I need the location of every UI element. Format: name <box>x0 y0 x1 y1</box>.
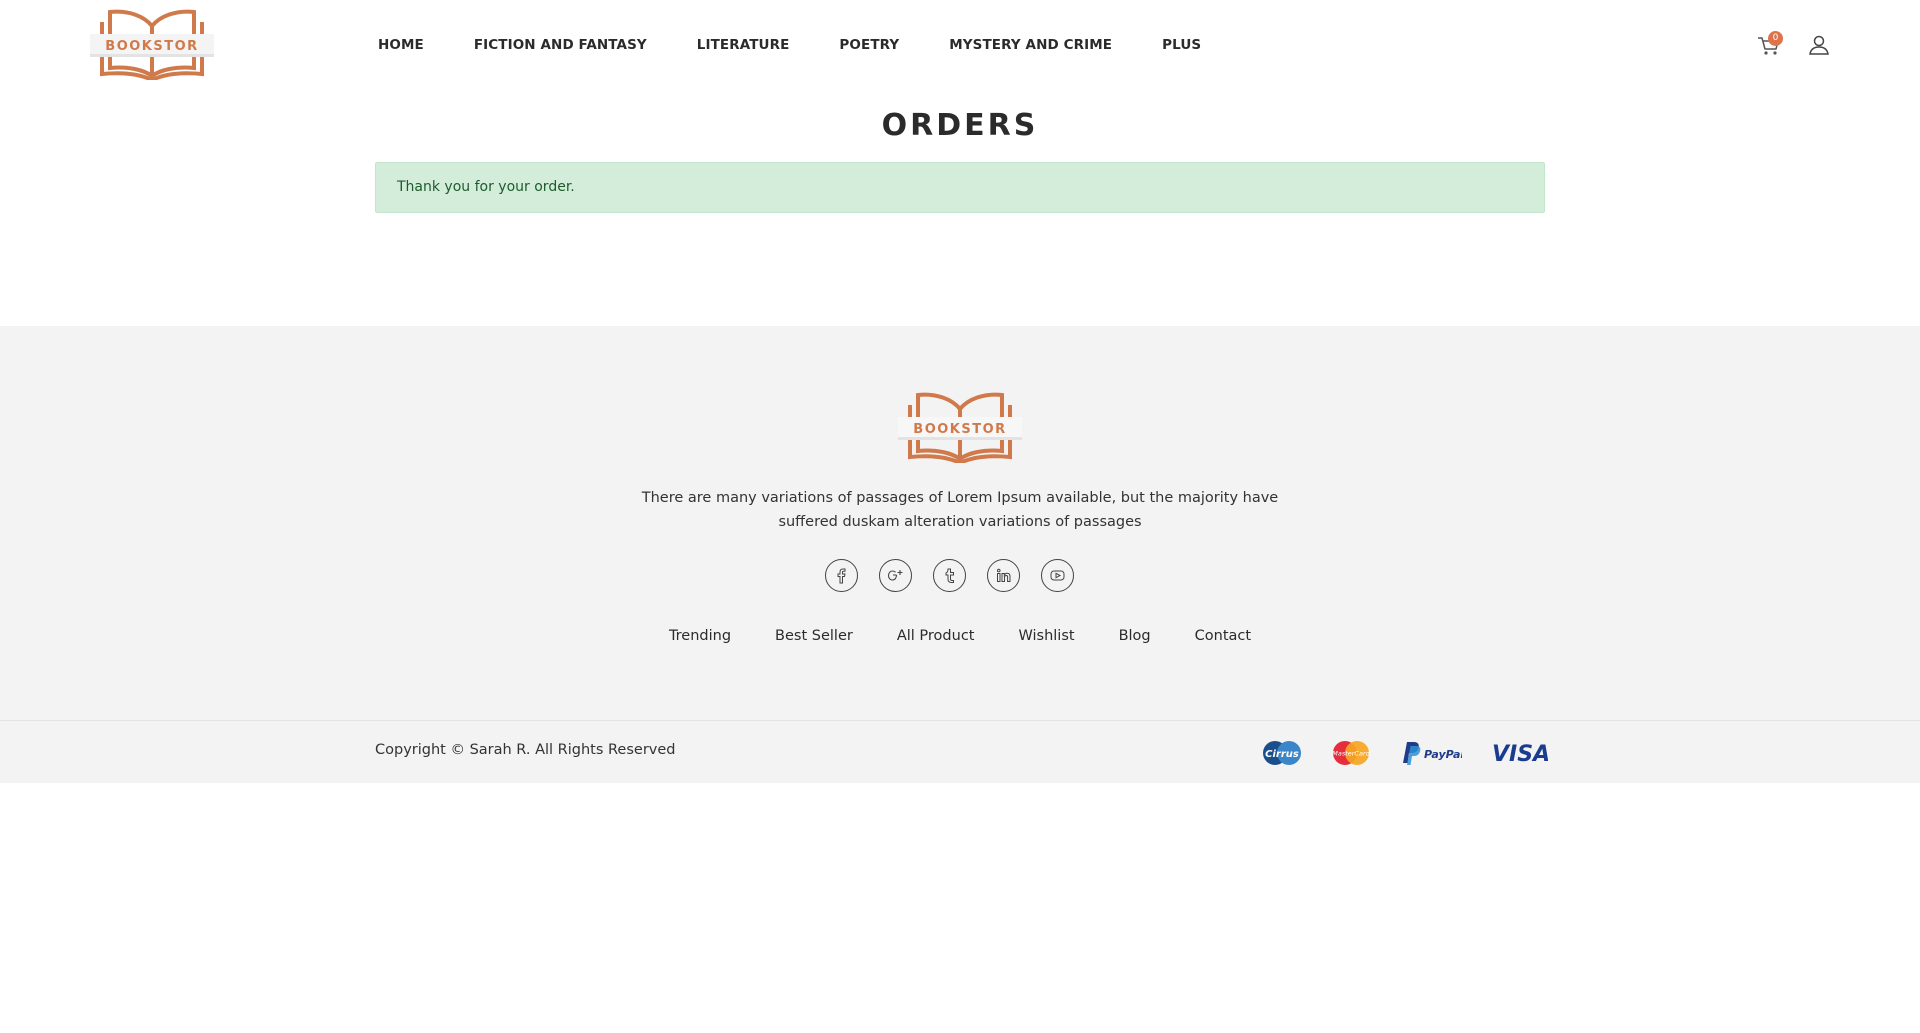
cart-count-badge: 0 <box>1768 31 1783 46</box>
logo-text: BOOKSTOR <box>105 39 198 54</box>
svg-text:PayPal: PayPal <box>1424 748 1462 761</box>
nav-literature[interactable]: LITERATURE <box>697 37 790 53</box>
footer-link-wishlist[interactable]: Wishlist <box>1018 628 1074 644</box>
footer-link-blog[interactable]: Blog <box>1119 628 1151 644</box>
footer-link-trending[interactable]: Trending <box>669 628 731 644</box>
cirrus-icon: Cirrus <box>1263 741 1301 765</box>
tumblr-icon[interactable] <box>933 559 966 592</box>
user-account-icon[interactable] <box>1808 34 1830 56</box>
nav-mystery-and-crime[interactable]: MYSTERY AND CRIME <box>949 37 1112 53</box>
order-success-alert: Thank you for your order. <box>375 162 1545 213</box>
nav-plus[interactable]: PLUS <box>1162 37 1201 53</box>
youtube-icon[interactable] <box>1041 559 1074 592</box>
visa-icon: VISA <box>1492 742 1548 767</box>
footer-links: Trending Best Seller All Product Wishlis… <box>0 628 1920 644</box>
svg-text:Cirrus: Cirrus <box>1265 749 1299 760</box>
linkedin-icon[interactable] <box>987 559 1020 592</box>
page-title: ORDERS <box>881 108 1039 143</box>
site-header: BOOKSTOR HOME FICTION AND FANTASY LITERA… <box>0 0 1920 90</box>
mastercard-icon: MasterCard <box>1332 741 1371 765</box>
footer-link-all-product[interactable]: All Product <box>897 628 975 644</box>
svg-text:VISA: VISA <box>1492 742 1548 767</box>
payment-methods: Cirrus MasterCard PayPal VISA <box>1260 738 1548 768</box>
footer-logo-text: BOOKSTOR <box>913 422 1006 437</box>
paypal-icon: PayPal <box>1403 742 1462 765</box>
footer-description: There are many variations of passages of… <box>641 490 1279 530</box>
footer-bookstor-logo[interactable]: BOOKSTOR <box>896 391 1024 463</box>
svg-text:MasterCard: MasterCard <box>1332 750 1370 758</box>
nav-home[interactable]: HOME <box>378 37 424 53</box>
copyright-text: Copyright © Sarah R. All Rights Reserved <box>375 742 676 758</box>
google-plus-icon[interactable] <box>879 559 912 592</box>
footer-link-best-seller[interactable]: Best Seller <box>775 628 853 644</box>
facebook-icon[interactable] <box>825 559 858 592</box>
nav-poetry[interactable]: POETRY <box>839 37 899 53</box>
footer-link-contact[interactable]: Contact <box>1195 628 1251 644</box>
main-nav: HOME FICTION AND FANTASY LITERATURE POET… <box>378 0 1251 90</box>
nav-fiction-and-fantasy[interactable]: FICTION AND FANTASY <box>474 37 647 53</box>
footer-bottom-bar <box>0 720 1920 783</box>
social-links <box>825 559 1095 592</box>
bookstor-logo[interactable]: BOOKSTOR <box>88 8 216 80</box>
